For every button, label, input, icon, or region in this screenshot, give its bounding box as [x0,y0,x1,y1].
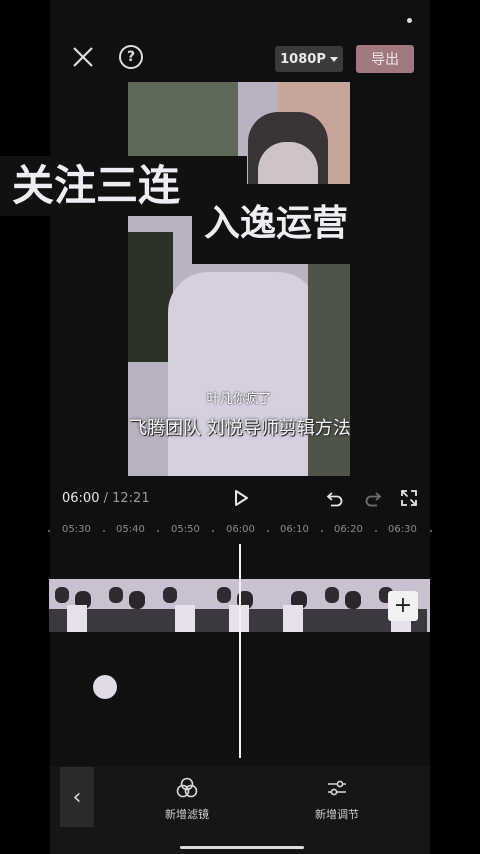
filter-icon [176,777,198,798]
ruler-tick: 06:10 [280,524,309,535]
playhead[interactable] [239,544,241,758]
ruler-tick: 05:40 [116,524,145,535]
timeline-drag-handle[interactable] [93,675,117,699]
timeline-ruler[interactable]: 05:30 05:40 05:50 06:00 06:10 06:20 06:3… [0,522,480,540]
ruler-tick: 06:00 [226,524,255,535]
caret-down-icon [329,56,338,62]
fullscreen-icon [401,490,417,506]
add-adjust-button[interactable]: 新增调节 [292,776,382,822]
close-icon [73,47,93,67]
close-button[interactable] [70,44,96,70]
home-indicator[interactable] [180,846,304,849]
add-filter-button[interactable]: 新增滤镜 [142,776,232,822]
ruler-dot [103,530,105,532]
add-clip-button[interactable]: + [388,591,418,621]
playback-controls: 06:00 / 12:21 [0,484,480,514]
current-time: 06:00 [62,491,100,506]
ruler-tick: 06:20 [334,524,363,535]
add-filter-label: 新增滤镜 [165,808,209,821]
play-icon [235,490,248,506]
ruler-dot [267,530,269,532]
subtitle-large[interactable]: 飞腾团队 刘悦导师剪辑方法 [100,414,380,440]
undo-button[interactable] [326,489,344,507]
add-adjust-label: 新增调节 [315,808,359,821]
track-frame [49,579,103,632]
ruler-dot [375,530,377,532]
preview-shadow-right [308,262,350,476]
chevron-left-icon: ‹ [72,784,82,810]
fullscreen-button[interactable] [400,489,418,507]
track-frame [103,579,157,632]
ruler-tick: 05:30 [62,524,91,535]
subtitle-small[interactable]: 叶凡你疯了 [128,388,350,407]
adjust-icon [328,780,346,796]
help-button[interactable]: ? [119,45,143,69]
export-label: 导出 [371,52,399,68]
redo-button[interactable] [364,489,382,507]
ruler-dot [212,530,214,532]
total-time: 12:21 [112,491,150,506]
undo-icon [326,492,343,507]
export-button[interactable]: 导出 [356,45,414,73]
ruler-dot [157,530,159,532]
preview-shadow-left [128,232,173,362]
back-button[interactable]: ‹ [60,767,94,827]
redo-icon [365,492,382,507]
play-button[interactable] [232,489,250,507]
track-frame [265,579,319,632]
caption-overlay-2[interactable]: 入逸运营 [192,184,422,264]
preview-figure-body [168,272,318,476]
status-dot [407,18,412,23]
time-display: 06:00 / 12:21 [62,491,150,506]
track-frame [211,579,265,632]
ruler-dot [48,530,50,532]
plus-icon: + [393,593,413,618]
track-frame [319,579,373,632]
resolution-label: 1080P [280,51,326,67]
help-icon: ? [126,49,136,65]
ruler-dot [430,530,432,532]
time-separator: / [99,491,113,506]
ruler-tick: 06:30 [388,524,417,535]
ruler-tick: 05:50 [171,524,200,535]
top-bar: ? 1080P 导出 [0,0,480,90]
track-frame [157,579,211,632]
ruler-dot [321,530,323,532]
resolution-dropdown[interactable]: 1080P [275,46,343,72]
